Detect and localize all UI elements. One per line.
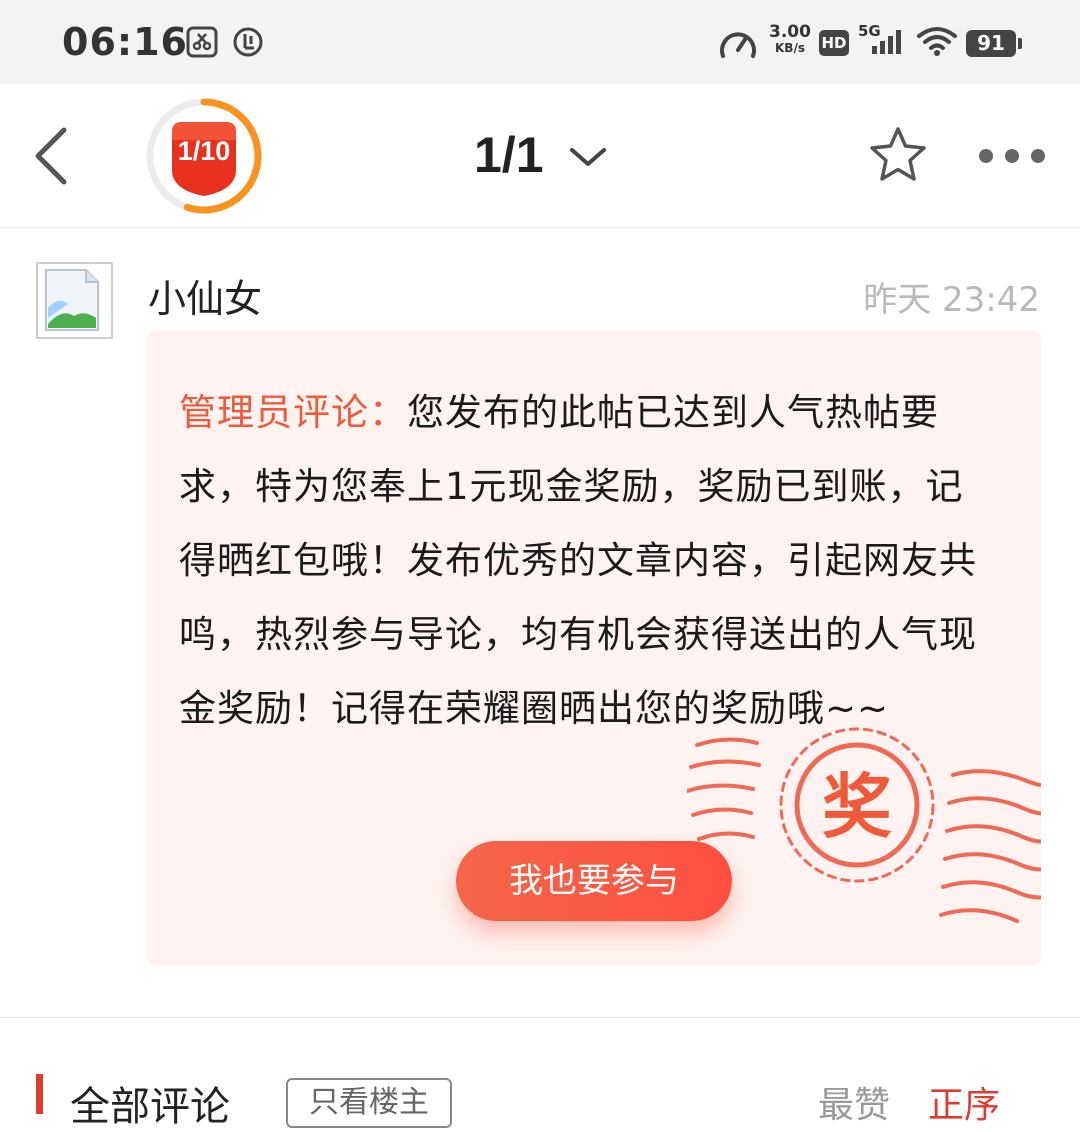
progress-badge-label: 1/10: [177, 136, 231, 166]
username[interactable]: 小仙女: [148, 268, 262, 323]
sort-hot-button[interactable]: 最赞: [818, 1076, 890, 1128]
avatar[interactable]: [36, 262, 113, 339]
reward-stamp: 奖: [687, 727, 1041, 923]
admin-comment-body: 您发布的此帖已达到人气热帖要求，特为您奉上1元现金奖励，奖励已到账，记得晒红包哦…: [179, 391, 977, 730]
sort-order-button[interactable]: 正序: [928, 1076, 1000, 1128]
net-speed: 3.00 KB/s: [769, 22, 811, 56]
app-notification-icon: [233, 27, 263, 57]
admin-comment-label: 管理员评论：: [179, 391, 407, 434]
post-timestamp: 昨天 23:42: [863, 280, 1040, 320]
back-arrow-icon[interactable]: [26, 124, 82, 188]
page-indicator[interactable]: 1/1: [474, 126, 544, 186]
section-divider: [0, 1017, 1080, 1018]
comments-accent-bar: [36, 1074, 43, 1114]
network-type-label: 5G: [858, 22, 881, 40]
wifi-icon: [917, 27, 957, 56]
speedometer-icon: [720, 32, 756, 58]
stamp-character: 奖: [822, 766, 892, 848]
reading-progress-badge[interactable]: 1/10: [144, 96, 264, 216]
screenshot-icon: [186, 26, 218, 58]
more-options-icon[interactable]: [976, 144, 1048, 168]
hd-icon: HD: [819, 30, 849, 56]
reward-notice-card: 奖 管理员评论：您发布的此帖已达到人气热帖要求，特为您奉上1元现金奖励，奖励已到…: [147, 330, 1041, 966]
status-time: 06:16: [62, 20, 188, 64]
only-host-button[interactable]: 只看楼主: [286, 1078, 452, 1128]
star-icon[interactable]: [866, 124, 930, 188]
broken-image-icon: [45, 269, 99, 331]
battery-indicator: 91: [966, 30, 1022, 57]
admin-comment: 管理员评论：您发布的此帖已达到人气热帖要求，特为您奉上1元现金奖励，奖励已到账，…: [179, 376, 991, 746]
status-bar: 06:16 3.00 KB/s HD 5G 91: [0, 0, 1080, 84]
join-button[interactable]: 我也要参与: [456, 841, 732, 921]
chevron-down-icon[interactable]: [568, 142, 608, 172]
comments-title: 全部评论: [70, 1084, 230, 1130]
top-nav: 1/10 1/1: [0, 84, 1080, 228]
